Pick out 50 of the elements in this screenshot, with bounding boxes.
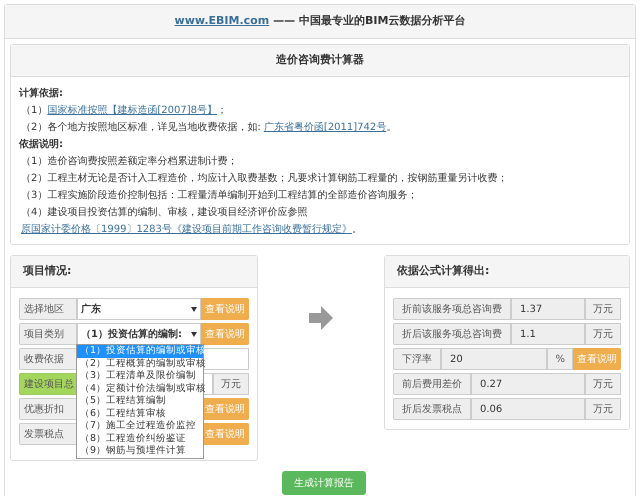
paragraph: （2）工程主材无论是否计入工程造价，均应计入取费基数；凡要求计算钢筋工程量的，按钢筋重量另计收费； bbox=[20, 172, 508, 186]
unit-label: 万元 bbox=[585, 323, 621, 345]
dropdown-field[interactable]: 广东 bbox=[77, 298, 201, 320]
dropdown-option[interactable]: （3）工程清单及限价编制 bbox=[77, 370, 203, 382]
field-label: 收费依据 bbox=[19, 348, 77, 370]
document-link[interactable]: 原国家计委价格〔1999〕1283号《建设项目前期工作咨询收费暂行规定》 bbox=[21, 224, 352, 235]
dropdown-value: 广东 bbox=[81, 302, 101, 316]
section-heading: 依据说明: bbox=[19, 138, 64, 152]
dropdown-option[interactable]: （7）施工全过程造价监控 bbox=[77, 420, 203, 432]
dropdown-option[interactable]: （6）工程结算审核 bbox=[77, 408, 203, 420]
unit-label: 万元 bbox=[585, 373, 621, 395]
field-label: 优惠折扣 bbox=[19, 398, 77, 420]
field-label: 折后发票税点 bbox=[393, 398, 471, 420]
field-label: 折后该服务项总咨询费 bbox=[393, 323, 511, 345]
paragraph: （1）造价咨询费按照差额定率分档累进制计费； bbox=[20, 154, 238, 169]
paragraph: （2）各个地方按照地区标准，详见当地收费依据，如: 广东省粤价函[2011]742号。 bbox=[20, 120, 398, 135]
panel-title: 项目情况: bbox=[11, 256, 257, 288]
output-field: 1.37 bbox=[511, 298, 585, 320]
dropdown-option[interactable]: （5）工程结算编制 bbox=[77, 395, 203, 408]
document-link[interactable]: 国家标准按照【建标造函[2007]8号】 bbox=[47, 105, 217, 116]
dropdown-option[interactable]: （9）钢筋与预埋件计算 bbox=[77, 445, 203, 458]
field-label: 建设项目总 bbox=[19, 373, 77, 395]
section-heading: 计算依据: bbox=[19, 86, 64, 101]
field-label: 下浮率 bbox=[393, 348, 441, 370]
site-link[interactable]: www.EBIM.com bbox=[174, 13, 270, 30]
site-tagline: —— 中国最专业的BIM云数据分析平台 bbox=[273, 13, 466, 30]
dropdown-field[interactable]: （1）投资估算的编制: bbox=[77, 323, 201, 345]
unit-label: % bbox=[547, 348, 573, 370]
output-field: 20 bbox=[441, 348, 548, 370]
output-field: 0.27 bbox=[471, 373, 585, 395]
field-label: 前后费用差价 bbox=[393, 373, 471, 395]
field-label: 选择地区 bbox=[19, 298, 77, 320]
unit-label: 万元 bbox=[585, 398, 621, 420]
field-label: 发票税点 bbox=[19, 423, 77, 445]
field-label: 项目类别 bbox=[19, 323, 77, 345]
paragraph: （3）工程实施阶段造价控制包括：工程量清单编制开始到工程结算的全部造价咨询服务； bbox=[20, 188, 418, 203]
field-label: 折前该服务项总咨询费 bbox=[393, 298, 511, 320]
dropdown-option[interactable]: （8）工程造价纠纷鉴证 bbox=[77, 432, 203, 445]
paragraph: （4）建设项目投资估算的编制、审核，建设项目经济评价应参照 原国家计委价格〔1999〕1283号《建设项目前期工作咨询收费暂行规定》。 bbox=[20, 206, 363, 237]
dropdown-option[interactable]: （4）定额计价法编制或审核 bbox=[77, 382, 203, 395]
calculator-title: 造价咨询费计算器 bbox=[11, 45, 629, 77]
unit-label: 万元 bbox=[213, 373, 249, 395]
unit-label: 万元 bbox=[585, 298, 621, 320]
document-link[interactable]: 广东省粤价函[2011]742号 bbox=[264, 122, 386, 133]
paragraph: （1）国家标准按照【建标造函[2007]8号】； bbox=[20, 104, 228, 118]
dropdown-option[interactable]: （2）工程概算的编制或审核 bbox=[77, 358, 203, 370]
output-field: 0.06 bbox=[471, 398, 585, 420]
dropdown-value: （1）投资估算的编制: bbox=[81, 328, 182, 342]
panel-title: 依据公式计算得出: bbox=[385, 256, 629, 288]
output-field: 1.1 bbox=[511, 323, 585, 345]
